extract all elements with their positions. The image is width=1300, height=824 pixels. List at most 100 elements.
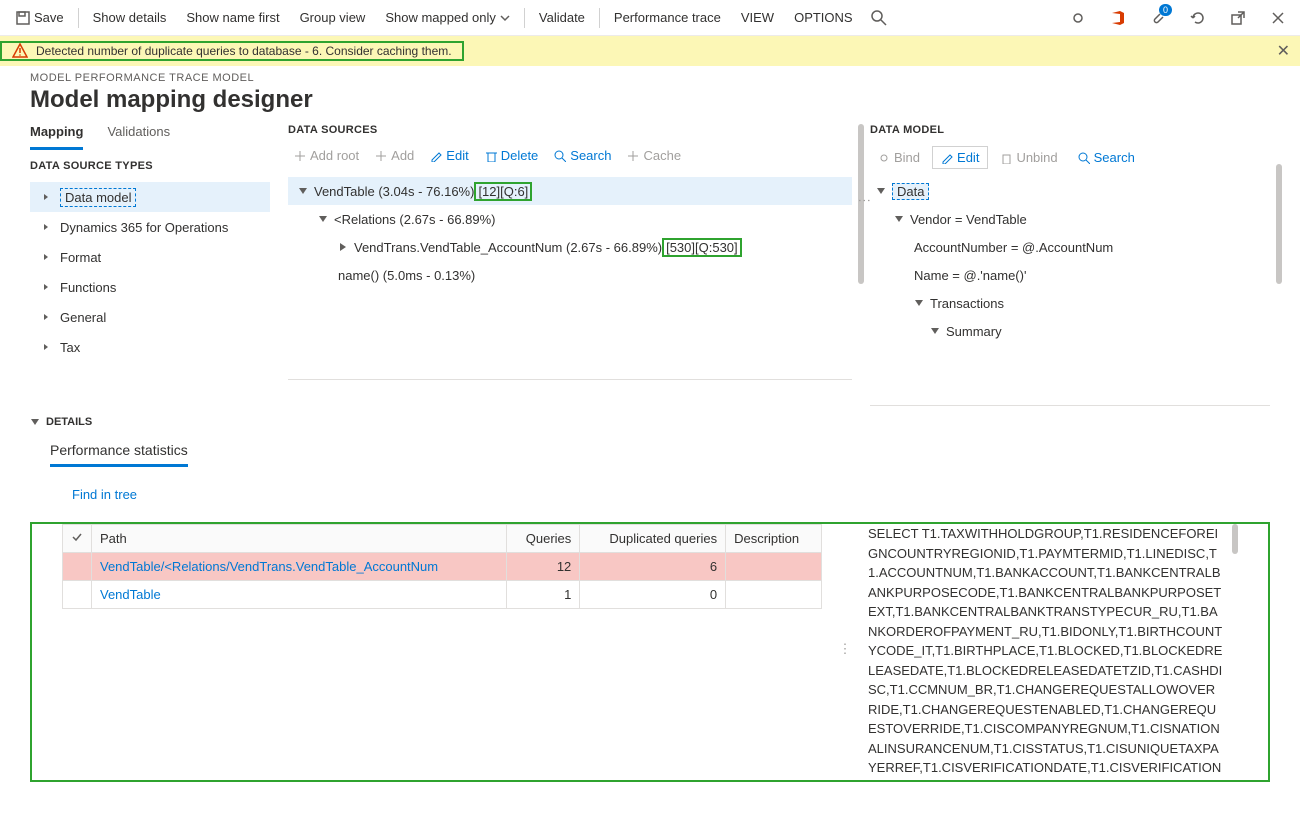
delete-button[interactable]: Delete	[479, 146, 545, 165]
dm-node-name[interactable]: Name = @.'name()'	[870, 261, 1270, 289]
dstype-general[interactable]: General	[30, 302, 270, 332]
col-check[interactable]	[63, 525, 92, 553]
warning-text: Detected number of duplicate queries to …	[36, 44, 452, 58]
show-name-first-button[interactable]: Show name first	[176, 0, 289, 35]
data-source-types-label: DATA SOURCE TYPES	[30, 160, 270, 172]
delete-icon	[485, 150, 497, 162]
highlight-q6: [12][Q:6]	[474, 182, 532, 201]
chevron-down-icon	[500, 13, 510, 23]
refresh-button[interactable]	[1182, 0, 1214, 35]
search-icon	[1078, 152, 1090, 164]
col-dup-queries[interactable]: Duplicated queries	[580, 525, 726, 553]
popout-button[interactable]	[1222, 0, 1254, 35]
cache-button[interactable]: Cache	[621, 146, 687, 165]
tree-node-relations[interactable]: <Relations (2.67s - 66.89%)	[288, 205, 852, 233]
col-path[interactable]: Path	[92, 525, 507, 553]
dstype-format[interactable]: Format	[30, 242, 270, 272]
bind-button[interactable]: Bind	[870, 147, 928, 168]
dm-node-summary[interactable]: Summary	[870, 317, 1270, 345]
tree-node-vendtable[interactable]: VendTable (3.04s - 76.16%)[12][Q:6]	[288, 177, 852, 205]
highlight-q530: [530][Q:530]	[662, 238, 742, 257]
check-icon	[71, 531, 83, 543]
dm-node-vendor[interactable]: Vendor = VendTable	[870, 205, 1270, 233]
attachments-button[interactable]: 0	[1142, 0, 1174, 35]
unbind-button[interactable]: Unbind	[992, 147, 1065, 168]
dstype-data-model[interactable]: Data model	[30, 182, 270, 212]
caret-down-icon	[930, 326, 940, 336]
dstype-d365[interactable]: Dynamics 365 for Operations	[30, 212, 270, 242]
data-sources-tree: VendTable (3.04s - 76.16%)[12][Q:6] <Rel…	[288, 177, 852, 289]
dm-node-accountnumber[interactable]: AccountNumber = @.AccountNum	[870, 233, 1270, 261]
page-header: MODEL PERFORMANCE TRACE MODEL Model mapp…	[0, 66, 1300, 114]
col-description[interactable]: Description	[726, 525, 822, 553]
tab-mapping[interactable]: Mapping	[30, 124, 83, 150]
office-icon	[1110, 10, 1126, 26]
details-toggle[interactable]: DETAILS	[30, 416, 1270, 428]
attachment-badge: 0	[1159, 4, 1172, 16]
plus-icon	[375, 150, 387, 162]
link-icon	[1070, 10, 1086, 26]
expand-icon	[42, 253, 50, 261]
expand-icon	[42, 283, 50, 291]
save-icon	[16, 11, 30, 25]
separator	[524, 8, 525, 28]
data-sources-toolbar: Add root Add Edit Delete Search Cache	[288, 146, 852, 165]
add-button[interactable]: Add	[369, 146, 420, 165]
table-row[interactable]: VendTable 1 0	[63, 581, 822, 609]
performance-table-wrap: Path Queries Duplicated queries Descript…	[62, 524, 822, 774]
col-queries[interactable]: Queries	[507, 525, 580, 553]
dstype-tax[interactable]: Tax	[30, 332, 270, 362]
link-button[interactable]	[1062, 0, 1094, 35]
expand-icon	[42, 193, 50, 201]
warning-icon	[12, 43, 28, 59]
data-model-toolbar: Bind Edit Unbind Search	[870, 146, 1270, 169]
dm-node-transactions[interactable]: Transactions	[870, 289, 1270, 317]
caret-down-icon	[914, 298, 924, 308]
office-button[interactable]	[1102, 0, 1134, 35]
tab-validations[interactable]: Validations	[107, 124, 170, 150]
caret-down-icon	[30, 417, 40, 427]
separator	[599, 8, 600, 28]
dm-search-button[interactable]: Search	[1070, 147, 1143, 168]
add-root-button[interactable]: Add root	[288, 146, 365, 165]
dm-node-data[interactable]: Data	[870, 177, 1270, 205]
data-source-types-list: Data model Dynamics 365 for Operations F…	[30, 182, 270, 362]
search-button[interactable]: Search	[548, 146, 617, 165]
sql-text: SELECT T1.TAXWITHHOLDGROUP,T1.RESIDENCEF…	[868, 524, 1238, 774]
toolbar-search-button[interactable]	[863, 0, 895, 35]
performance-trace-button[interactable]: Performance trace	[604, 0, 731, 35]
group-view-button[interactable]: Group view	[290, 0, 376, 35]
close-button[interactable]	[1262, 0, 1294, 35]
performance-table: Path Queries Duplicated queries Descript…	[62, 524, 822, 609]
expand-icon	[42, 343, 50, 351]
scrollbar[interactable]	[1232, 524, 1238, 554]
show-mapped-only-button[interactable]: Show mapped only	[375, 0, 520, 35]
find-in-tree-link[interactable]: Find in tree	[72, 487, 137, 502]
search-icon	[871, 10, 887, 26]
plus-icon	[294, 150, 306, 162]
tree-node-vendtrans[interactable]: VendTrans.VendTable_AccountNum (2.67s - …	[288, 233, 852, 261]
save-button[interactable]: Save	[6, 0, 74, 35]
search-icon	[554, 150, 566, 162]
breadcrumb: MODEL PERFORMANCE TRACE MODEL	[30, 72, 1270, 84]
warning-banner: Detected number of duplicate queries to …	[0, 36, 1300, 66]
separator	[78, 8, 79, 28]
show-details-button[interactable]: Show details	[83, 0, 177, 35]
data-model-tree: Data Vendor = VendTable AccountNumber = …	[870, 177, 1270, 345]
table-row[interactable]: VendTable/<Relations/VendTrans.VendTable…	[63, 553, 822, 581]
warning-close-button[interactable]: ✕	[1277, 41, 1290, 61]
expand-icon	[42, 223, 50, 231]
dstype-functions[interactable]: Functions	[30, 272, 270, 302]
options-button[interactable]: OPTIONS	[784, 0, 863, 35]
resize-handle[interactable]: ⋮	[836, 524, 854, 774]
dm-edit-button[interactable]: Edit	[932, 146, 988, 169]
view-button[interactable]: VIEW	[731, 0, 784, 35]
tree-node-name[interactable]: name() (5.0ms - 0.13%)	[288, 261, 852, 289]
app-toolbar: Save Show details Show name first Group …	[0, 0, 1300, 36]
validate-button[interactable]: Validate	[529, 0, 595, 35]
tab-performance-statistics[interactable]: Performance statistics	[50, 442, 188, 467]
scrollbar[interactable]	[1276, 164, 1282, 284]
main-tabs: Mapping Validations	[30, 124, 270, 150]
caret-down-icon	[894, 214, 904, 224]
edit-button[interactable]: Edit	[424, 146, 474, 165]
